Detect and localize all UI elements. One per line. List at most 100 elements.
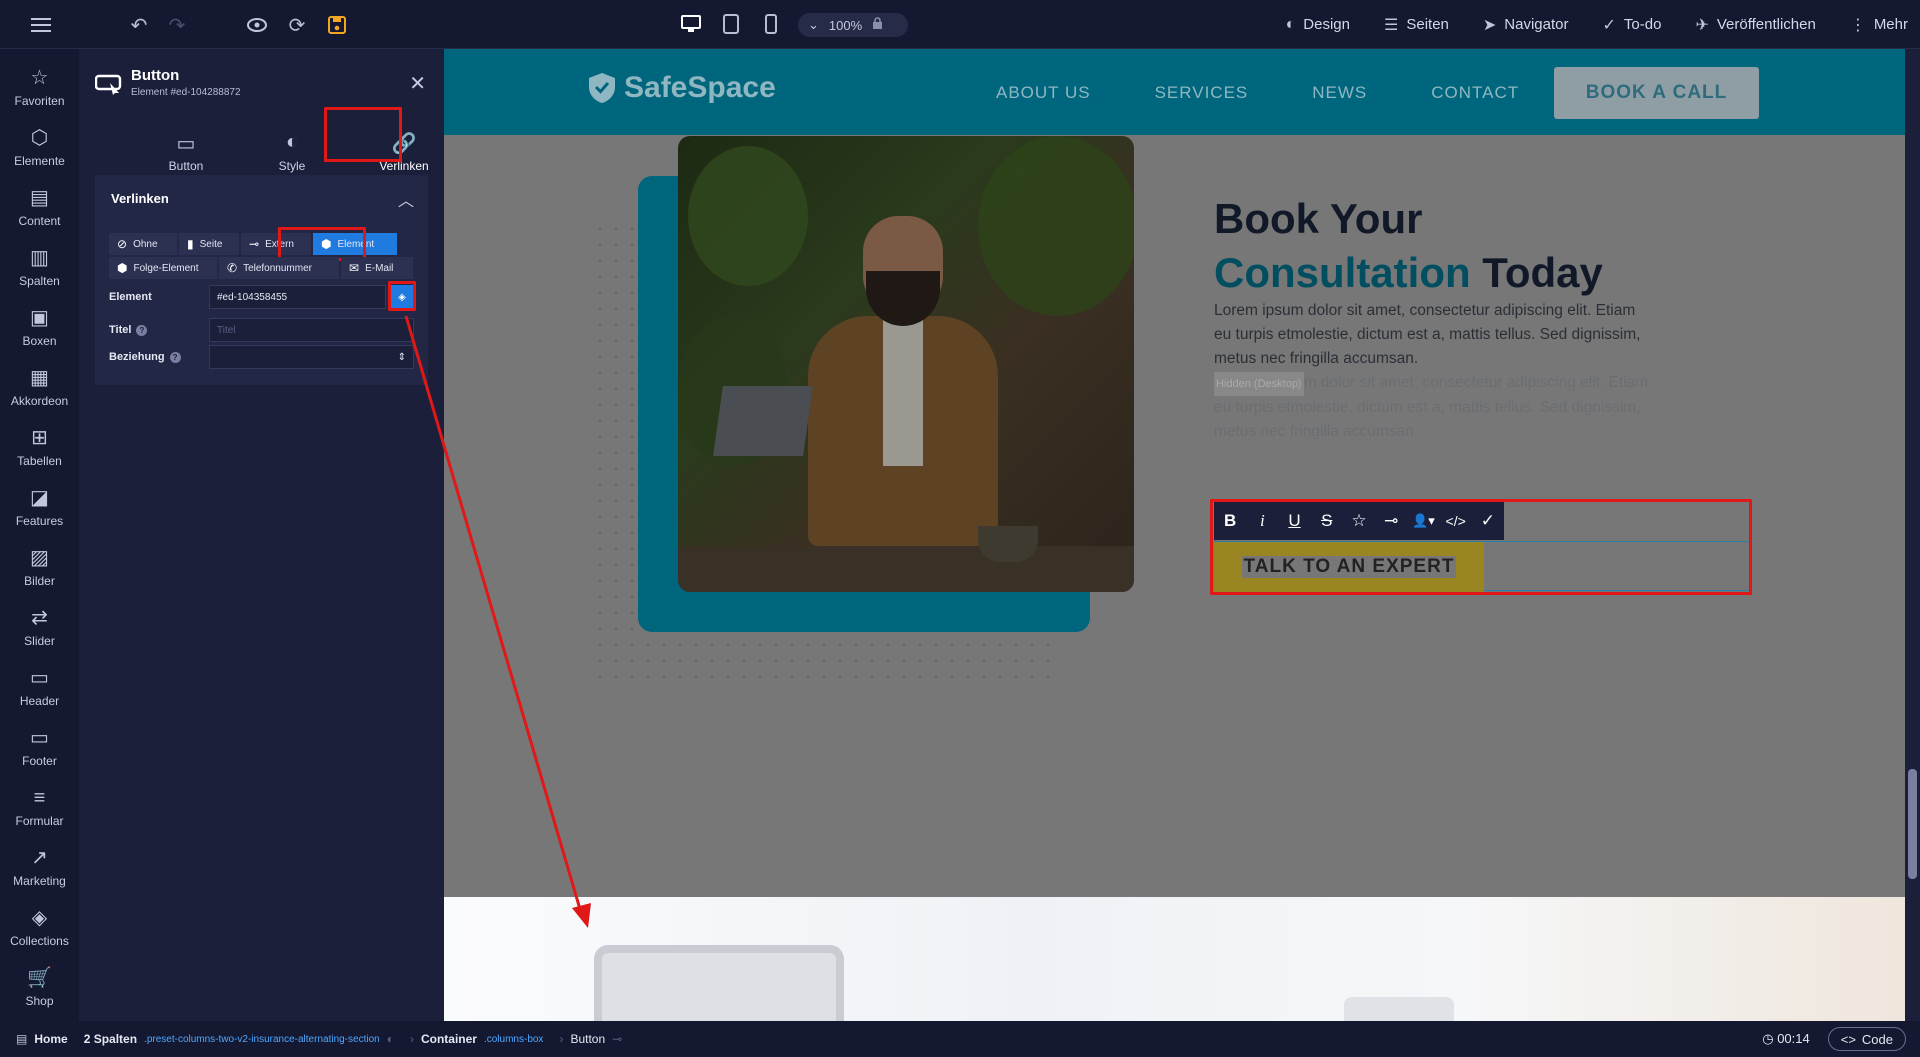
rail-item-slider[interactable]: ⇄ Slider [0, 597, 79, 657]
code-button[interactable]: <> Code [1827, 1027, 1906, 1051]
lock-icon[interactable] [872, 17, 883, 33]
breadcrumb-home[interactable]: ▤ Home [16, 1032, 68, 1046]
titel-input[interactable]: Titel [209, 318, 414, 342]
more-label: Mehr [1873, 16, 1908, 33]
breadcrumb-spalten[interactable]: 2 Spalten .preset-columns-two-v2-insuranc… [84, 1032, 394, 1046]
book-call-button[interactable]: BOOK A CALL [1554, 67, 1759, 119]
status-bar: ▤ Home 2 Spalten .preset-columns-two-v2-in… [0, 1021, 1920, 1057]
link-type-ohne[interactable]: ⊘ Ohne [109, 233, 177, 255]
section-title: Verlinken [111, 191, 169, 206]
link-type-folge-element[interactable]: ⬢ Folge-Element [109, 257, 217, 279]
help-icon[interactable]: ? [169, 351, 181, 363]
more-menu[interactable]: ⋮ Mehr [1850, 15, 1908, 35]
navigator-menu[interactable]: ➤ Navigator [1483, 15, 1569, 35]
site-nav: ABOUT US SERVICES NEWS CONTACT [996, 83, 1519, 103]
section-heading[interactable]: Book Your Consultation Today [1214, 192, 1603, 300]
rail-item-elemente[interactable]: ⬡ Elemente [0, 117, 79, 177]
heading-accent: Consultation [1214, 249, 1471, 296]
breadcrumb-button[interactable]: › Button ⊸ [559, 1032, 622, 1046]
rail-item-shop[interactable]: 🛒 Shop [0, 957, 79, 1017]
redo-icon[interactable]: ↷ [164, 12, 190, 38]
rail-label: Header [19, 694, 60, 708]
mobile-view-icon[interactable] [760, 12, 782, 36]
ban-icon: ⊘ [117, 237, 128, 251]
design-label: Design [1303, 16, 1350, 33]
device-switcher [680, 12, 782, 36]
annotation-box-tab [324, 107, 402, 162]
heading-line-2: Consultation Today [1214, 246, 1603, 300]
rail-item-content[interactable]: ▤ Content [0, 177, 79, 237]
site-logo[interactable]: SafeSpace [588, 71, 776, 105]
rail-item-header[interactable]: ▭ Header [0, 657, 79, 717]
beziehung-select[interactable]: ⇕ [209, 345, 414, 369]
consultation-photo[interactable] [678, 136, 1134, 592]
rail-label: Shop [25, 994, 54, 1008]
crumb-class: .columns-box [483, 1033, 544, 1045]
element-label-text: Element [109, 291, 152, 303]
topbar-menu: ◐ Design ☰ Seiten ➤ Navigator ✓ To-do ✈ Veröf… [1286, 0, 1908, 49]
rail-item-features[interactable]: ◪ Features [0, 477, 79, 537]
zoom-control[interactable]: ⌄ 100% [798, 13, 908, 37]
cart-icon: 🛒 [27, 967, 52, 989]
tablet-view-icon[interactable] [720, 12, 742, 36]
seiten-menu[interactable]: ☰ Seiten [1384, 15, 1449, 35]
hamburger-menu-icon[interactable] [28, 12, 54, 38]
nav-news[interactable]: NEWS [1312, 83, 1367, 103]
rail-item-boxen[interactable]: ▣ Boxen [0, 297, 79, 357]
save-icon[interactable] [324, 12, 350, 38]
help-icon[interactable]: ? [136, 324, 148, 336]
link-type-telefonnummer[interactable]: ✆ Telefonnummer [219, 257, 339, 279]
rail-label: Features [15, 514, 64, 528]
chevron-down-icon: ⌄ [808, 17, 819, 32]
settings-panel: Button Element #ed-104288872 ✕ ▭ Button ◐… [79, 49, 444, 1021]
crumb-label: 2 Spalten [83, 1032, 138, 1046]
preview-eye-icon[interactable] [244, 12, 270, 38]
rail-item-footer[interactable]: ▭ Footer [0, 717, 79, 777]
panel-title: Button [131, 67, 180, 84]
rail-item-marketing[interactable]: ↗ Marketing [0, 837, 79, 897]
link-type-email[interactable]: ✉ E-Mail [341, 257, 413, 279]
rail-item-favoriten[interactable]: ☆ Favoriten [0, 57, 79, 117]
link-type-label: Folge-Element [133, 262, 199, 274]
desktop-view-icon[interactable] [680, 12, 702, 36]
person-figure [788, 196, 1018, 546]
top-toolbar: ↶ ↷ ⟳ ⌄ 100% ◐ Design ☰ Seiten ➤ Navigator … [0, 0, 1920, 49]
rail-label: Boxen [22, 334, 57, 348]
element-id-input[interactable]: #ed-104358455 [209, 285, 386, 309]
link-type-label: E-Mail [365, 262, 394, 274]
beziehung-label-text: Beziehung [109, 351, 165, 363]
undo-icon[interactable]: ↶ [126, 12, 152, 38]
rail-item-akkordeon[interactable]: ▦ Akkordeon [0, 357, 79, 417]
scrollbar-thumb[interactable] [1908, 769, 1917, 879]
timer-value: 00:14 [1777, 1031, 1810, 1046]
heading-line-1: Book Your [1214, 195, 1423, 242]
link-type-label: Seite [199, 238, 223, 250]
rail-item-formular[interactable]: ≡ Formular [0, 777, 79, 837]
design-menu[interactable]: ◐ Design [1286, 16, 1350, 34]
body-paragraph[interactable]: Lorem ipsum dolor sit amet, consectetur … [1214, 299, 1656, 371]
rail-item-tabellen[interactable]: ⊞ Tabellen [0, 417, 79, 477]
rail-item-spalten[interactable]: ▥ Spalten [0, 237, 79, 297]
breadcrumb-container[interactable]: › Container .columns-box [410, 1032, 543, 1046]
todo-menu[interactable]: ✓ To-do [1603, 15, 1662, 35]
crumb-label: Container [420, 1032, 477, 1046]
list-icon: ☰ [1384, 16, 1399, 34]
hidden-paragraph[interactable]: Hidden (Desktop) m dolor sit amet, consec… [1214, 371, 1656, 444]
timer: ◷ 00:14 [1762, 1031, 1810, 1047]
publish-menu[interactable]: ✈ Veröffentlichen [1695, 15, 1815, 35]
nav-about[interactable]: ABOUT US [996, 83, 1091, 103]
close-icon[interactable]: ✕ [409, 71, 426, 96]
chevron-right-icon: › [409, 1032, 414, 1046]
shirt-shape [883, 316, 923, 466]
rail-item-bilder[interactable]: ▨ Bilder [0, 537, 79, 597]
accordion-icon: ▦ [30, 367, 49, 389]
refresh-icon[interactable]: ⟳ [284, 12, 310, 38]
nav-services[interactable]: SERVICES [1155, 83, 1249, 103]
palette-icon: ◐ [1285, 15, 1296, 33]
chevron-up-icon[interactable]: ︿ [398, 187, 414, 211]
titel-row: Titel? Titel [109, 318, 414, 342]
canvas-scrollbar[interactable] [1905, 49, 1920, 1021]
rail-item-collections[interactable]: ◈ Collections [0, 897, 79, 957]
link-type-seite[interactable]: ▮ Seite [179, 233, 239, 255]
nav-contact[interactable]: CONTACT [1431, 83, 1519, 103]
